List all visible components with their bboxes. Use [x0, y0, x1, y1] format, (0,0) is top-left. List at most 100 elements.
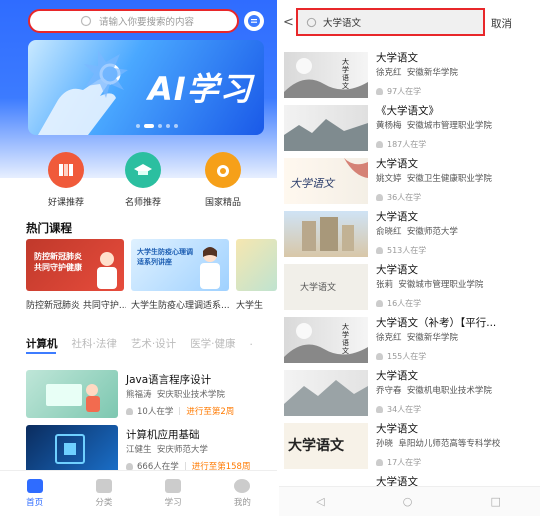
result-item[interactable]: 大学语文 大学语文 孙晓 阜阳幼儿师范高等专科学校 17人在学 — [284, 421, 534, 474]
nav-home-button[interactable]: ○ — [403, 495, 413, 508]
nav-recents-button[interactable]: □ — [491, 495, 501, 508]
hot-course-card-text: 防控新冠肺炎 共同守护健康 — [34, 252, 82, 272]
tab-more[interactable]: . — [250, 336, 253, 351]
active-tab-indicator — [26, 352, 56, 354]
result-learners: 155人在学 — [376, 351, 426, 362]
bottom-tab-bar: 首页 分类 学习 我的 — [0, 470, 277, 516]
course-teacher-school: 熊福涛 安庆职业技术学院 — [126, 390, 225, 400]
quick-link-good-courses[interactable]: 好课推荐 — [36, 152, 96, 208]
learners-icon — [376, 459, 383, 466]
course-thumbnail — [26, 370, 118, 418]
course-meta: 10人在学 进行至第2周 — [126, 405, 234, 417]
learners-icon — [376, 141, 383, 148]
result-item[interactable]: 大学语文 大学语文 张莉 安徽城市管理职业学院 16人在学 — [284, 262, 534, 315]
thumbnail-text: 大学语文 — [342, 323, 349, 355]
course-thumbnail: 大学语文 — [284, 52, 368, 98]
search-icon — [80, 15, 92, 27]
system-nav-bar: ◁ ○ □ — [277, 486, 540, 516]
home-screen: 请输入你要搜索的内容 AI学习 好课推荐 名师推荐 国家精品 热门课程 防控新冠… — [0, 0, 277, 516]
result-learners: 34人在学 — [376, 404, 421, 415]
cancel-button[interactable]: 取消 — [491, 16, 512, 31]
learners-icon — [126, 462, 133, 470]
tab-medicine-health[interactable]: 医学·健康 — [190, 336, 235, 351]
search-input[interactable]: 大学语文 — [296, 8, 485, 36]
result-item[interactable]: 大学语文 俞晓红 安徽师范大学 513人在学 — [284, 209, 534, 262]
ai-banner[interactable]: AI学习 — [28, 40, 264, 135]
search-input[interactable]: 请输入你要搜索的内容 — [28, 9, 239, 33]
message-button[interactable] — [244, 11, 264, 31]
hot-course-card[interactable]: 大学生防疫心理调适系列讲座 — [131, 239, 229, 291]
result-item[interactable]: 大学语文 大学语文 徐克红 安徽新华学院 97人在学 — [284, 50, 534, 103]
learners-icon — [376, 353, 383, 360]
search-icon — [306, 17, 317, 27]
user-icon — [234, 479, 251, 493]
course-thumbnail — [26, 425, 118, 473]
books-icon — [48, 152, 84, 188]
tab-label: 分类 — [95, 498, 113, 508]
result-teacher-school: 姚文婷 安徽卫生健康职业学院 — [376, 174, 492, 184]
result-title: 大学语文 — [376, 158, 418, 170]
chat-icon — [248, 15, 260, 27]
result-teacher-school: 徐克红 安徽新华学院 — [376, 68, 458, 78]
learners-icon — [376, 247, 383, 254]
hot-course-card[interactable] — [236, 239, 277, 291]
result-item[interactable]: 大学语文 乔守春 安徽机电职业技术学院 34人在学 — [284, 368, 534, 421]
course-item[interactable]: Java语言程序设计 熊福涛 安庆职业技术学院 10人在学 进行至第2周 — [26, 370, 266, 420]
home-icon — [26, 479, 43, 493]
result-item[interactable]: 大学语文 — [284, 474, 534, 486]
hot-course-caption: 防控新冠肺炎 共同守护... — [26, 301, 126, 311]
course-thumbnail: 大学语文 — [284, 317, 368, 363]
carousel-indicator — [136, 124, 178, 128]
quick-link-famous-teachers[interactable]: 名师推荐 — [113, 152, 173, 208]
tab-mine[interactable]: 我的 — [217, 479, 267, 508]
course-item[interactable]: 计算机应用基础 江健生 安庆师范大学 666人在学 进行至第158周 — [26, 425, 266, 475]
result-teacher-school: 徐克红 安徽新华学院 — [376, 333, 458, 343]
learners-icon — [376, 88, 383, 95]
search-value: 大学语文 — [323, 18, 362, 29]
result-teacher-school: 乔守春 安徽机电职业技术学院 — [376, 386, 492, 396]
result-title: 大学语文（补考）【平行... — [376, 317, 497, 329]
back-button[interactable]: < — [283, 15, 294, 30]
thumbnail-text: 大学语文 — [288, 438, 344, 454]
tab-study[interactable]: 学习 — [148, 479, 198, 508]
result-title: 大学语文 — [376, 211, 418, 223]
result-title: 大学语文 — [376, 370, 418, 382]
result-learners: 17人在学 — [376, 457, 421, 468]
grid-icon — [95, 479, 112, 493]
quick-link-national-quality[interactable]: 国家精品 — [193, 152, 253, 208]
course-thumbnail: 大学语文 — [284, 264, 368, 310]
tab-art-design[interactable]: 艺术·设计 — [131, 336, 176, 351]
search-placeholder: 请输入你要搜索的内容 — [99, 17, 195, 28]
course-thumbnail: 大学语文 — [284, 158, 368, 204]
hot-course-card[interactable]: 防控新冠肺炎 共同守护健康 — [26, 239, 124, 291]
result-learners: 513人在学 — [376, 245, 426, 256]
course-thumbnail — [284, 370, 368, 416]
result-learners: 16人在学 — [376, 298, 421, 309]
result-title: 《大学语文》 — [376, 105, 439, 117]
quick-link-label: 名师推荐 — [124, 198, 161, 208]
result-item[interactable]: 大学语文 大学语文 姚文婷 安徽卫生健康职业学院 36人在学 — [284, 156, 534, 209]
hot-course-caption: 大学生防疫心理调适系... — [131, 301, 230, 311]
graduation-cap-icon — [125, 152, 161, 188]
medal-icon — [205, 152, 241, 188]
thumbnail-text: 大学语文 — [342, 58, 349, 90]
tab-category[interactable]: 分类 — [79, 479, 129, 508]
tab-computer[interactable]: 计算机 — [26, 336, 58, 351]
screenshot-divider — [277, 0, 279, 516]
nav-back-button[interactable]: ◁ — [316, 495, 324, 508]
category-tabs: 计算机 社科·法律 艺术·设计 医学·健康 . — [26, 336, 253, 351]
result-title: 大学语文 — [376, 423, 418, 435]
result-item[interactable]: 《大学语文》 黄杨梅 安徽城市管理职业学院 187人在学 — [284, 103, 534, 156]
result-item[interactable]: 大学语文 大学语文（补考）【平行... 徐克红 安徽新华学院 155人在学 — [284, 315, 534, 368]
result-teacher-school: 张莉 安徽城市管理职业学院 — [376, 280, 484, 290]
study-icon — [165, 479, 182, 493]
search-results-screen: < 大学语文 取消 大学语文 大学语文 徐克红 安徽新华学院 97人在学 《大学… — [277, 0, 540, 516]
tab-label: 我的 — [233, 498, 251, 508]
result-teacher-school: 黄杨梅 安徽城市管理职业学院 — [376, 121, 492, 131]
tab-label: 首页 — [26, 498, 44, 508]
hot-courses-title: 热门课程 — [26, 221, 72, 235]
course-title: 计算机应用基础 — [126, 429, 200, 441]
tab-home[interactable]: 首页 — [10, 479, 60, 508]
tab-social-law[interactable]: 社科·法律 — [72, 336, 117, 351]
course-thumbnail: 大学语文 — [284, 423, 368, 469]
